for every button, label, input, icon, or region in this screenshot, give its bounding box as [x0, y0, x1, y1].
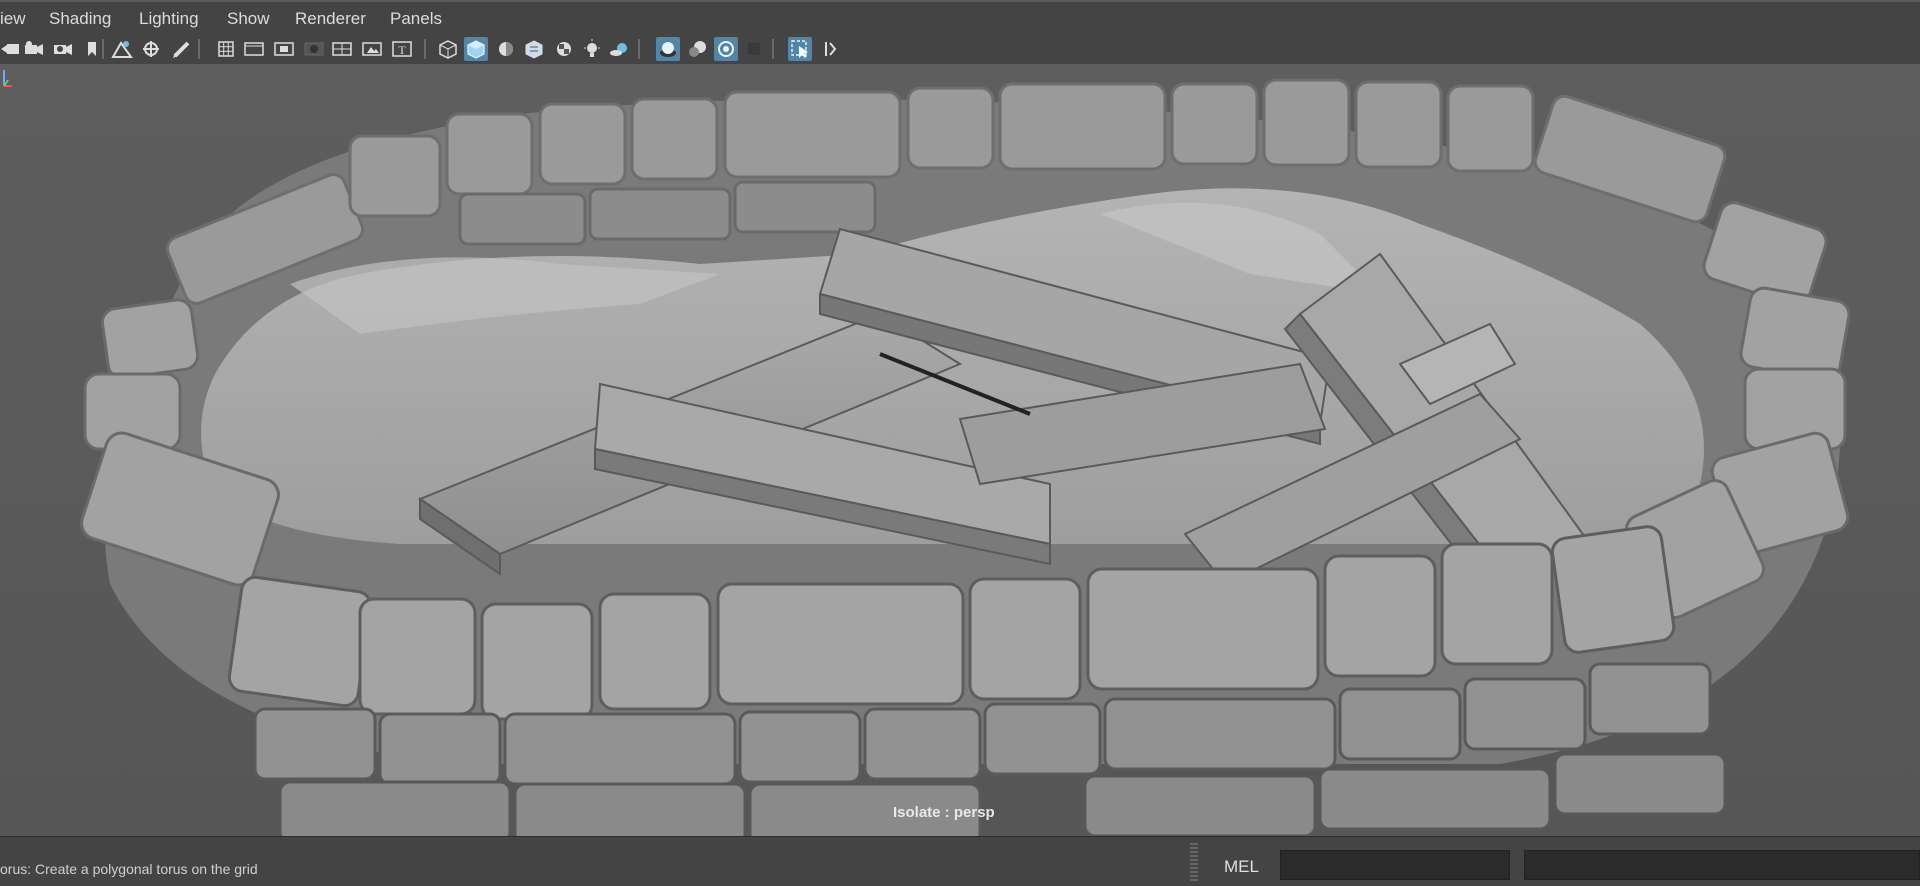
isolate-label: Isolate : persp: [893, 804, 995, 821]
xray-checker-icon[interactable]: [552, 37, 576, 61]
resolution-gate-icon[interactable]: [272, 37, 296, 61]
scene-render: [0, 64, 1920, 836]
gate-mask-icon[interactable]: [302, 37, 326, 61]
shadows-icon[interactable]: [608, 37, 632, 61]
resize-grip[interactable]: [1190, 843, 1198, 883]
toolbar-separator: [198, 39, 200, 59]
toolbar-separator: [424, 39, 426, 59]
grease-pencil-icon[interactable]: [170, 37, 194, 61]
field-chart-icon[interactable]: [330, 37, 354, 61]
menu-renderer[interactable]: Renderer: [295, 9, 366, 29]
safe-title-icon[interactable]: T: [390, 37, 414, 61]
view-axis-icon: [3, 70, 12, 87]
use-all-lights-icon[interactable]: [580, 37, 604, 61]
motion-blur-icon[interactable]: [686, 37, 710, 61]
toolbar-separator: [102, 39, 104, 59]
panel-toolbar: T: [0, 34, 1920, 65]
image-plane-icon[interactable]: [110, 37, 134, 61]
smooth-shade-all-icon[interactable]: [464, 37, 488, 61]
menu-view[interactable]: iew: [0, 9, 26, 29]
screen-space-ao-icon[interactable]: [656, 37, 680, 61]
safe-action-icon[interactable]: [360, 37, 384, 61]
film-gate-icon[interactable]: [242, 37, 266, 61]
command-input[interactable]: [1280, 850, 1510, 880]
depth-of-field-icon[interactable]: [742, 37, 766, 61]
wireframe-icon[interactable]: [436, 37, 460, 61]
toolbar-separator: [772, 39, 774, 59]
default-material-icon[interactable]: [494, 37, 518, 61]
isolate-select-icon[interactable]: [788, 37, 812, 61]
toolbar-separator: [638, 39, 640, 59]
perspective-viewport[interactable]: [0, 64, 1920, 836]
command-result-field: [1524, 850, 1920, 880]
xray-icon[interactable]: [818, 37, 842, 61]
anti-aliasing-icon[interactable]: [714, 37, 738, 61]
menu-lighting[interactable]: Lighting: [139, 9, 199, 29]
script-language-button[interactable]: MEL: [1224, 857, 1259, 877]
bookmark-icon[interactable]: [80, 37, 104, 61]
menu-show[interactable]: Show: [227, 9, 270, 29]
menu-shading[interactable]: Shading: [49, 9, 111, 29]
grid-icon[interactable]: [214, 37, 238, 61]
panel-menubar: iew Shading Lighting Show Renderer Panel…: [0, 0, 1920, 34]
camera-select-icon[interactable]: [0, 37, 24, 61]
textured-icon[interactable]: [522, 37, 546, 61]
help-line-text: orus: Create a polygonal torus on the gr…: [0, 861, 258, 877]
two-d-pan-zoom-icon[interactable]: [140, 37, 164, 61]
svg-text:T: T: [398, 43, 406, 57]
command-line-bar: orus: Create a polygonal torus on the gr…: [0, 836, 1920, 886]
menu-panels[interactable]: Panels: [390, 9, 442, 29]
camera-tools-icon[interactable]: [50, 37, 74, 61]
camera-attributes-icon[interactable]: [22, 37, 46, 61]
